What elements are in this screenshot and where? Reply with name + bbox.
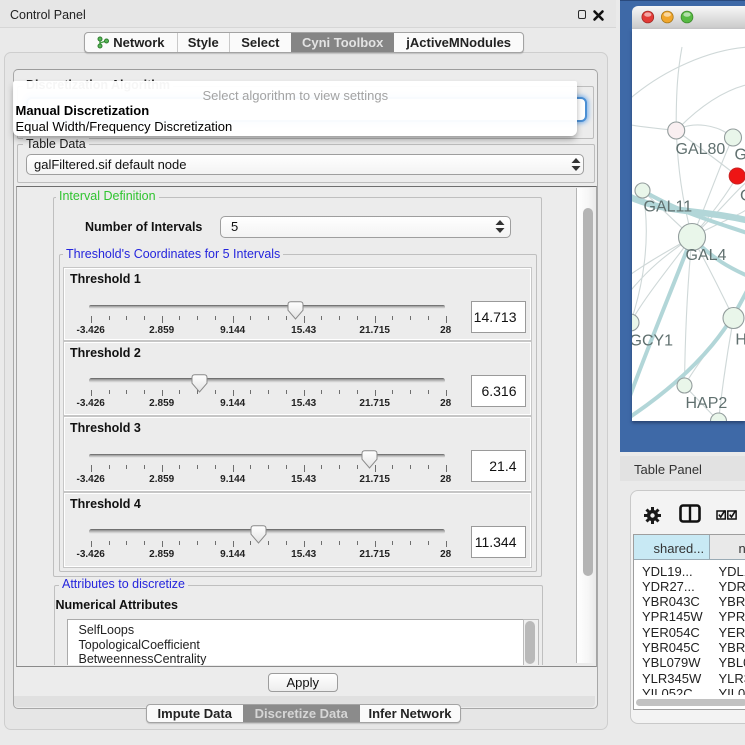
svg-text:C: C — [740, 187, 745, 204]
svg-text:HAP2: HAP2 — [685, 395, 727, 412]
svg-text:GAL80: GAL80 — [675, 141, 725, 158]
svg-text:GCY1: GCY1 — [632, 332, 673, 349]
svg-text:GAL11: GAL11 — [643, 198, 692, 215]
svg-text:GA: GA — [734, 146, 745, 163]
svg-text:GAL4: GAL4 — [685, 247, 726, 264]
svg-text:H: H — [735, 331, 745, 348]
